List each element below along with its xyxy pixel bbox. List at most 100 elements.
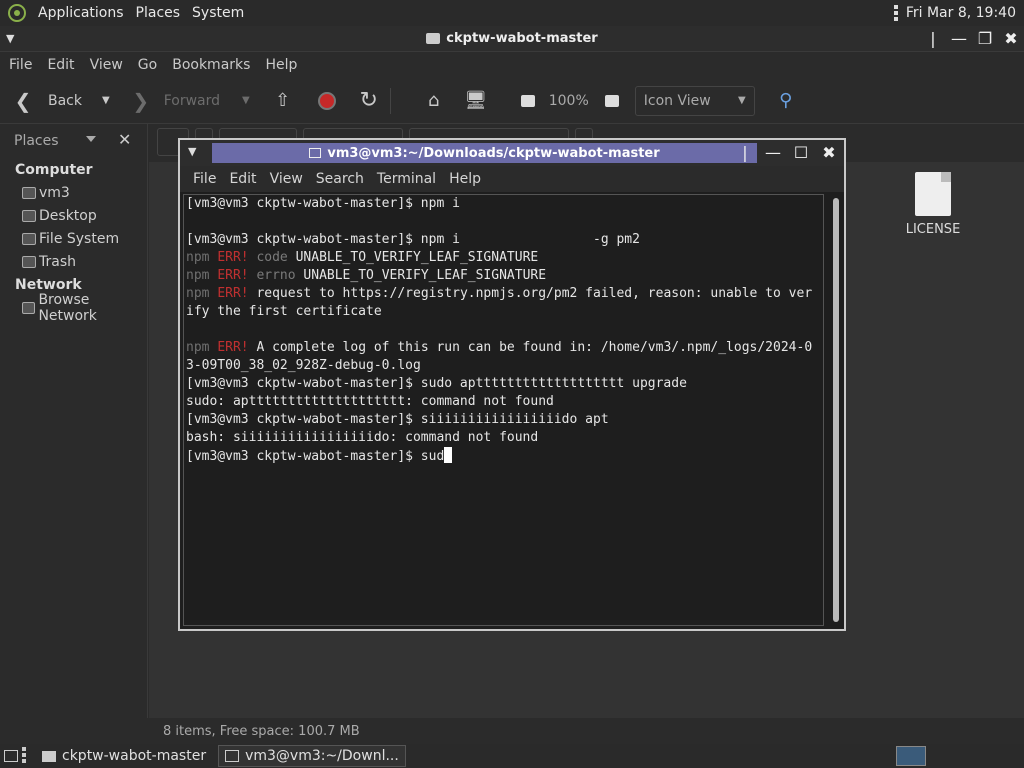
- chevron-down-icon: ▼: [738, 95, 746, 106]
- back-button[interactable]: ❮ Back ▼: [12, 88, 110, 113]
- line-text: UNABLE_TO_VERIFY_LEAF_SIGNATURE: [295, 250, 539, 265]
- file-item[interactable]: LICENSE: [903, 172, 963, 237]
- task-file-manager[interactable]: ckptw-wabot-master: [36, 745, 212, 767]
- stop-icon: [316, 90, 338, 112]
- window-menu-icon[interactable]: ▼: [188, 145, 196, 158]
- forward-history-chevron-icon[interactable]: ▼: [242, 95, 250, 106]
- zoom-level[interactable]: 100%: [549, 93, 589, 109]
- view-mode-select[interactable]: Icon View ▼: [634, 85, 755, 116]
- line-text: ify the first certificate: [186, 304, 382, 319]
- err-badge: ERR!: [217, 286, 257, 301]
- task-terminal[interactable]: vm3@vm3:~/Downl...: [218, 745, 406, 767]
- terminal-menu-edit[interactable]: Edit: [229, 171, 256, 187]
- terminal-line: [vm3@vm3 ckptw-wabot-master]$ siiiiiiiii…: [186, 411, 821, 429]
- status-bar: 8 items, Free space: 100.7 MB: [149, 718, 1024, 744]
- close-icon[interactable]: ✖: [1002, 29, 1020, 48]
- distro-logo-icon[interactable]: [8, 4, 26, 22]
- terminal-icon: [309, 148, 322, 158]
- close-sidebar-icon[interactable]: ✕: [118, 130, 131, 149]
- menu-edit[interactable]: Edit: [47, 57, 74, 73]
- line-text: sudo: aptttttttttttttttttttt: command no…: [186, 394, 554, 409]
- window-title: ckptw-wabot-master: [426, 31, 598, 46]
- terminal-line: npm ERR! A complete log of this run can …: [186, 339, 821, 357]
- stop-button[interactable]: [316, 90, 338, 112]
- up-button[interactable]: ⇧: [272, 90, 294, 112]
- line-text: bash: siiiiiiiiiiiiiiiiido: command not …: [186, 430, 539, 445]
- arrow-left-icon: ❮: [14, 88, 32, 113]
- sidebar-item-file-system[interactable]: File System: [0, 227, 147, 250]
- show-desktop-button[interactable]: [4, 745, 18, 767]
- minimize-icon[interactable]: —: [950, 29, 968, 48]
- search-button[interactable]: ⚲: [775, 90, 797, 112]
- terminal-menu-search[interactable]: Search: [316, 171, 364, 187]
- window-menu-icon[interactable]: ▼: [6, 32, 18, 45]
- terminal-titlebar[interactable]: ▼ vm3@vm3:~/Downloads/ckptw-wabot-master…: [180, 140, 844, 166]
- tasklist-handle-icon: [22, 747, 30, 765]
- npm-prefix: npm: [186, 340, 218, 355]
- menu-file[interactable]: File: [9, 57, 32, 73]
- home-folder-icon: [22, 186, 36, 199]
- separator-icon: |: [742, 142, 748, 162]
- menu-go[interactable]: Go: [138, 57, 157, 73]
- reload-button[interactable]: ↻: [358, 88, 380, 113]
- text-file-icon: [915, 172, 951, 216]
- terminal-line: [vm3@vm3 ckptw-wabot-master]$ sudo apttt…: [186, 375, 821, 393]
- line-text: 3-09T00_38_02_928Z-debug-0.log: [186, 358, 421, 373]
- sidebar-section-computer: Computer: [15, 161, 93, 178]
- desktop-folder-icon: [22, 209, 36, 222]
- system-menu[interactable]: System: [192, 5, 244, 21]
- terminal-menu-help[interactable]: Help: [449, 171, 481, 187]
- menu-view[interactable]: View: [90, 57, 123, 73]
- computer-icon: 🖥: [464, 90, 488, 111]
- file-manager-titlebar[interactable]: ▼ ckptw-wabot-master | — ❐ ✖: [0, 26, 1024, 52]
- workspace-switcher[interactable]: [896, 746, 926, 766]
- zoom-in-icon: [601, 90, 623, 112]
- zoom-out-button[interactable]: [517, 90, 539, 112]
- back-history-chevron-icon[interactable]: ▼: [102, 95, 110, 106]
- terminal-line: npm ERR! errno UNABLE_TO_VERIFY_LEAF_SIG…: [186, 267, 821, 285]
- search-icon: ⚲: [779, 90, 793, 111]
- menu-help[interactable]: Help: [265, 57, 297, 73]
- home-button[interactable]: ⌂: [423, 90, 445, 112]
- folder-icon: [426, 33, 441, 44]
- trash-icon: [22, 255, 36, 268]
- folder-icon: [42, 750, 56, 762]
- err-badge: ERR!: [217, 268, 257, 283]
- sidebar-item-vm3[interactable]: vm3: [0, 181, 147, 204]
- sidebar-item-trash[interactable]: Trash: [0, 250, 147, 273]
- chevron-down-icon[interactable]: [86, 136, 96, 142]
- home-icon: ⌂: [428, 90, 440, 111]
- forward-button[interactable]: ❯ Forward ▼: [130, 88, 250, 113]
- clock[interactable]: Fri Mar 8, 19:40: [906, 5, 1016, 21]
- line-text: [vm3@vm3 ckptw-wabot-master]$ siiiiiiiii…: [186, 412, 609, 427]
- scrollbar-thumb[interactable]: [833, 198, 839, 622]
- line-text: [vm3@vm3 ckptw-wabot-master]$ sud: [186, 449, 445, 464]
- places-menu[interactable]: Places: [136, 5, 181, 21]
- terminal-menu-file[interactable]: File: [193, 171, 216, 187]
- sidebar-header: Places ✕: [14, 130, 132, 149]
- line-text: UNABLE_TO_VERIFY_LEAF_SIGNATURE: [303, 268, 547, 283]
- applications-menu[interactable]: Applications: [38, 5, 124, 21]
- terminal-menu-terminal[interactable]: Terminal: [377, 171, 436, 187]
- maximize-icon[interactable]: ❐: [976, 29, 994, 48]
- err-key: errno: [256, 268, 304, 283]
- maximize-icon[interactable]: ☐: [792, 142, 810, 162]
- sidebar-item-browse-network[interactable]: Browse Network: [0, 292, 147, 324]
- sidebar: Places ✕ Computer vm3 Desktop File Syste…: [0, 124, 148, 718]
- zoom-in-button[interactable]: [601, 90, 623, 112]
- minimize-icon[interactable]: —: [764, 142, 782, 162]
- terminal-line: sudo: aptttttttttttttttttttt: command no…: [186, 393, 821, 411]
- terminal-scrollbar[interactable]: [832, 196, 840, 624]
- show-desktop-icon: [4, 750, 18, 762]
- arrow-up-icon: ⇧: [275, 90, 291, 111]
- computer-button[interactable]: 🖥: [464, 90, 488, 112]
- sidebar-item-desktop[interactable]: Desktop: [0, 204, 147, 227]
- menu-bookmarks[interactable]: Bookmarks: [172, 57, 250, 73]
- close-icon[interactable]: ✖: [820, 142, 838, 162]
- file-manager-toolbar: ❮ Back ▼ ❯ Forward ▼ ⇧ ↻ ⌂ 🖥 100% Icon V…: [0, 78, 1024, 124]
- terminal-output[interactable]: [vm3@vm3 ckptw-wabot-master]$ npm i [vm3@…: [183, 194, 824, 626]
- terminal-menu-view[interactable]: View: [270, 171, 303, 187]
- terminal-line: npm ERR! code UNABLE_TO_VERIFY_LEAF_SIGN…: [186, 249, 821, 267]
- arrow-right-icon: ❯: [132, 88, 150, 113]
